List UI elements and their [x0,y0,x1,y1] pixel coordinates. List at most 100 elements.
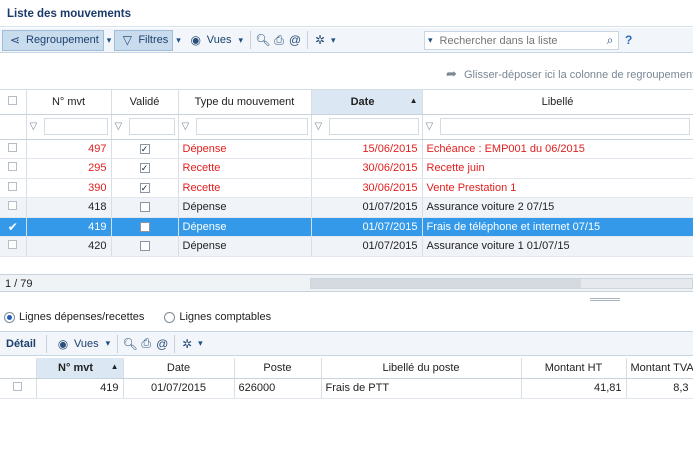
detail-header-amount-ht[interactable]: Montant HT [521,358,627,379]
cell-date: 30/06/2015 [311,158,423,179]
table-row[interactable]: 418 Dépense 01/07/2015 Assurance voiture… [0,197,693,218]
toolbar-separator [250,31,251,49]
preview-icon[interactable]: 🔍︎ [255,32,271,48]
detail-toolbar: Détail ◉ Vues ▾ 🔍︎ ⎙ @ ✲ ▾ [0,331,693,356]
settings-icon[interactable]: ✲ [179,336,195,352]
horizontal-scrollbar[interactable] [310,278,693,289]
funnel-icon: ▽ [122,33,132,47]
cell-label: Vente Prestation 1 [422,178,693,198]
views-dropdown-icon[interactable]: ▾ [103,338,114,349]
filter-input-num[interactable] [43,118,108,135]
detail-views-label: Vues [73,337,99,350]
column-header-num[interactable]: N° mvt [26,90,112,115]
detail-grid: N° mvt ▲ Date Poste Libellé du poste Mon… [0,358,693,399]
filter-input-date[interactable] [328,118,419,135]
validated-checkbox[interactable] [139,202,150,213]
radio-dot[interactable] [4,311,15,323]
validated-checkbox[interactable]: ✓ [139,163,150,174]
views-button[interactable]: ◉ Vues [184,30,236,51]
checkmark-icon[interactable]: ✔ [8,220,18,234]
row-select-checkbox[interactable] [8,181,18,191]
column-header-type[interactable]: Type du mouvement [178,90,312,115]
detail-header-date[interactable]: Date [123,358,235,379]
magnifier-icon[interactable]: ⌕ [602,33,618,49]
detail-row[interactable]: 419 01/07/2015 626000 Frais de PTT 41,81… [0,378,693,399]
table-row[interactable]: 497 ✓ Dépense 15/06/2015 Echéance : EMP0… [0,139,693,159]
row-select-checkbox[interactable] [8,162,18,172]
window-title: Liste des mouvements [7,8,131,20]
views-dropdown-icon[interactable]: ▾ [235,35,246,46]
filter-icon[interactable]: ▽ [30,121,44,132]
select-all-checkbox[interactable] [8,95,18,105]
toolbar-separator [117,334,119,353]
toolbar-separator [307,31,308,49]
sort-ascending-icon: ▲ [110,361,119,371]
scrollbar-thumb[interactable] [311,279,581,288]
detail-header-post[interactable]: Poste [234,358,322,379]
detail-cell-amount-ht: 41,81 [521,378,627,399]
filter-icon[interactable]: ▽ [426,121,440,132]
detail-views-button[interactable]: ◉ Vues [51,333,103,354]
cell-label: Recette juin [422,158,693,179]
group-drop-zone[interactable]: ➦ Glisser-déposer ici la colonne de regr… [0,54,693,90]
filter-icon[interactable]: ▽ [182,121,196,132]
filters-dropdown-icon[interactable]: ▾ [173,35,184,46]
detail-header-amount-tva[interactable]: Montant TVA [626,358,693,379]
validated-checkbox[interactable] [139,241,150,252]
views-label: Vues [206,34,232,46]
row-select-checkbox[interactable] [8,240,18,250]
search-dropdown-icon[interactable]: ▾ [425,35,436,46]
column-header-label[interactable]: Libellé [422,90,693,115]
table-row[interactable]: 420 Dépense 01/07/2015 Assurance voiture… [0,236,693,257]
search-box[interactable]: ▾ ⌕ [424,31,619,50]
filter-input-label[interactable] [439,118,690,135]
detail-cell-post: 626000 [234,378,322,399]
filter-icon[interactable]: ▽ [115,121,129,132]
email-icon[interactable]: @ [287,32,303,48]
radio-accounting-lines[interactable]: Lignes comptables [164,311,271,323]
cell-date: 01/07/2015 [311,197,423,218]
column-header-valid[interactable]: Validé [111,90,179,115]
row-select-checkbox[interactable] [8,201,18,211]
help-icon[interactable]: ? [625,33,632,47]
cell-num: 295 [26,158,112,179]
pane-splitter[interactable] [590,298,620,301]
preview-icon[interactable]: 🔍︎ [122,336,138,352]
detail-header-post-label[interactable]: Libellé du poste [321,358,522,379]
radio-income-expense-lines[interactable]: Lignes dépenses/recettes [4,311,144,323]
radio-dot[interactable] [164,311,176,323]
email-icon[interactable]: @ [154,336,170,352]
cell-num: 418 [26,197,112,218]
validated-checkbox[interactable]: ✓ [139,143,150,154]
grouping-dropdown-icon[interactable]: ▾ [104,35,115,46]
search-input[interactable] [435,34,596,47]
arrow-icon: ➦ [446,66,457,81]
settings-dropdown-icon[interactable]: ▾ [328,35,339,46]
row-select-checkbox[interactable] [13,382,23,391]
filters-button[interactable]: ▽ Filtres [114,29,174,51]
sort-ascending-icon: ▲ [409,95,418,105]
grid-footer: 1 / 79 [0,274,693,292]
cell-label: Echéance : EMP001 du 06/2015 [422,139,693,159]
detail-num-header-label: N° mvt [58,361,94,374]
settings-dropdown-icon[interactable]: ▾ [195,338,206,349]
print-icon[interactable]: ⎙ [271,32,287,48]
grouping-label: Regroupement [26,34,99,46]
detail-header-num[interactable]: N° mvt ▲ [36,358,124,379]
detail-select-header[interactable] [0,358,37,379]
print-icon[interactable]: ⎙ [138,336,154,352]
filter-input-valid[interactable] [128,118,175,135]
table-row-selected[interactable]: ✔ 419 Dépense 01/07/2015 Frais de téléph… [0,217,693,237]
settings-icon[interactable]: ✲ [312,32,328,48]
filter-input-type[interactable] [195,118,308,135]
table-row[interactable]: 390 ✓ Recette 30/06/2015 Vente Prestatio… [0,178,693,198]
select-all-header[interactable] [0,90,27,115]
table-row[interactable]: 295 ✓ Recette 30/06/2015 Recette juin [0,158,693,179]
grouping-button[interactable]: ⋖ Regroupement [2,29,104,51]
column-header-date[interactable]: Date ▲ [311,90,423,115]
validated-checkbox[interactable] [139,221,150,232]
validated-checkbox[interactable]: ✓ [139,182,150,193]
row-select-checkbox[interactable] [8,142,18,152]
filter-icon[interactable]: ▽ [315,121,329,132]
cell-label: Frais de téléphone et internet 07/15 [422,217,693,237]
